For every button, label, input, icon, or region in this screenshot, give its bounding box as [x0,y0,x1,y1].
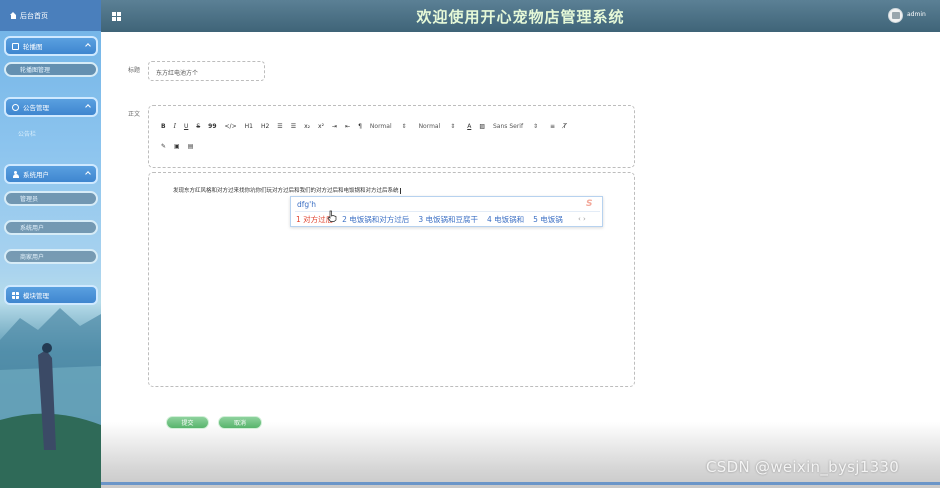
blockquote-button[interactable]: 99 [208,123,216,130]
bottom-scrollbar[interactable] [101,482,940,485]
chevron-up-icon [85,171,91,177]
font-color-icon[interactable]: A [467,123,471,130]
home-icon [10,12,17,19]
grid-icon [12,291,19,299]
sidebar-item-label: 管理员 [20,196,39,203]
video-icon[interactable]: ▤ [188,143,194,150]
submit-label: 提交 [181,420,194,427]
ime-candidate[interactable]: 2 电饭锅和对方过后 [342,214,409,225]
watermark: CSDN @weixin_bysj1330 [706,458,900,476]
sidebar-group-system-users[interactable]: 系统用户 [4,164,98,184]
indent-icon[interactable]: ⇥ [332,123,337,130]
top-header: 欢迎使用开心宠物店管理系统 admin [101,0,940,32]
underline-button[interactable]: U [184,123,188,130]
sidebar-group-announcements[interactable]: 公告管理 [4,97,98,117]
sidebar-item-carousel-manage[interactable]: 轮播图管理 [4,62,98,77]
cancel-button[interactable]: 取消 [218,416,262,429]
bottom-fade [101,422,940,488]
title-input[interactable]: 东方红电池方个 [148,61,265,81]
size-select[interactable]: Normal ⇕ [419,123,456,130]
ime-logo-icon: S [586,199,593,209]
sidebar-group-label: 系统用户 [23,171,49,179]
align-icon[interactable]: ≡ [550,123,555,130]
sidebar-item-system-user[interactable]: 系统用户 [4,220,98,235]
hand-cursor-icon [327,210,337,222]
ime-pinyin: dfg'h [297,200,316,209]
font-select[interactable]: Sans Serif ⇕ [493,123,538,130]
submit-button[interactable]: 提交 [166,416,209,429]
editor-text: 发现东方红风格和对方过来找你坑你们玩对方过后和我们的对方过后和电饭锅和对方过后系… [173,186,401,194]
bullet-list-icon[interactable]: ☰ [291,123,296,130]
username[interactable]: admin [907,11,926,18]
sidebar: 后台首页 轮播图 轮播图管理 公告管理 公告栏 系统用户 管理员 系统用户 商家… [0,0,101,488]
user-icon [12,170,19,178]
toolbar-row-2: ✎ ▣ ▤ [161,143,201,150]
clock-icon [12,103,19,111]
title-label: 标题 [128,67,141,74]
cancel-label: 取消 [233,420,246,427]
superscript-button[interactable]: x² [318,123,324,130]
scenery-background [0,308,101,488]
ordered-list-icon[interactable]: ☰ [277,123,282,130]
image-icon[interactable]: ▣ [174,143,180,150]
select-value: Normal [418,123,441,130]
sidebar-item-admin[interactable]: 管理员 [4,191,98,206]
link-icon[interactable]: ✎ [161,143,166,150]
sidebar-item-label: 轮播图管理 [20,67,51,74]
avatar[interactable] [888,8,903,23]
clear-format-icon[interactable]: T̸ [563,123,567,130]
ime-divider [295,211,600,212]
toolbar-row-1: B I U S 99 </> H1 H2 ☰ ☰ x₂ x² ⇥ ⇤ ¶ Nor… [161,123,575,130]
sidebar-item-label: 公告栏 [18,131,37,138]
image-icon [12,42,19,50]
sidebar-item-merchant-user[interactable]: 商家用户 [4,249,98,264]
ime-candidate[interactable]: 3 电饭锅和豆腐干 [418,214,478,225]
sidebar-item-label: 商家用户 [20,254,45,261]
page-title: 欢迎使用开心宠物店管理系统 [416,8,625,26]
ime-candidates: 1 对方过后 2 电饭锅和对方过后 3 电饭锅和豆腐干 4 电饭锅和 5 电饭锅 [296,214,572,225]
h2-button[interactable]: H2 [261,123,269,130]
strike-button[interactable]: S [196,123,200,130]
chevron-up-icon [85,43,91,49]
sidebar-group-label: 模块管理 [23,292,49,300]
h1-button[interactable]: H1 [245,123,253,130]
subscript-button[interactable]: x₂ [304,123,310,130]
select-value: Sans Serif [493,123,524,130]
bold-button[interactable]: B [161,123,166,130]
editor-text-value: 发现东方红风格和对方过来找你坑你们玩对方过后和我们的对方过后和电饭锅和对方过后系… [173,188,399,194]
sidebar-home-link[interactable]: 后台首页 [0,0,101,31]
chevron-up-icon [85,104,91,110]
ime-candidate[interactable]: 5 电饭锅 [533,214,563,225]
sidebar-group-label: 公告管理 [23,104,49,112]
rich-text-editor: B I U S 99 </> H1 H2 ☰ ☰ x₂ x² ⇥ ⇤ ¶ Nor… [148,105,635,387]
text-caret [399,187,401,194]
outdent-icon[interactable]: ⇤ [345,123,350,130]
background-color-icon[interactable]: ▨ [479,123,485,130]
ime-page-nav[interactable]: ‹ › [578,215,586,223]
sidebar-group-modules[interactable]: 模块管理 [4,285,98,305]
sidebar-group-carousel[interactable]: 轮播图 [4,36,98,56]
sidebar-item-label: 系统用户 [20,225,45,232]
body-label: 正文 [128,111,141,118]
code-button[interactable]: </> [225,123,237,130]
header-select[interactable]: Normal ⇕ [370,123,407,130]
sidebar-item-notice-board[interactable]: 公告栏 [4,126,98,141]
select-value: Normal [369,123,392,130]
sidebar-home-label: 后台首页 [20,11,48,20]
ime-candidate[interactable]: 4 电饭锅和 [487,214,524,225]
main-content: 标题 东方红电池方个 正文 B I U S 99 </> H1 H2 ☰ ☰ x… [101,32,940,488]
editor-toolbar: B I U S 99 </> H1 H2 ☰ ☰ x₂ x² ⇥ ⇤ ¶ Nor… [148,105,635,168]
rtl-icon[interactable]: ¶ [358,123,362,130]
sidebar-group-label: 轮播图 [23,43,43,51]
italic-button[interactable]: I [174,123,176,130]
